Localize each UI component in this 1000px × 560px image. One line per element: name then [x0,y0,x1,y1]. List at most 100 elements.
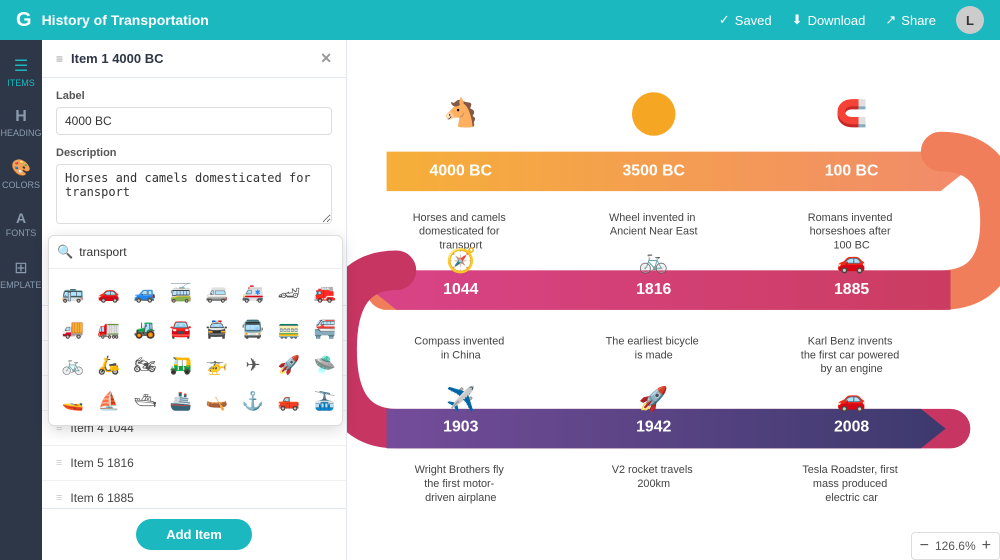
icon-picker-item[interactable]: 🚃 [273,313,305,345]
fonts-icon: A [16,210,26,226]
icon-picker-item[interactable]: 🚌 [57,277,89,309]
icon-picker-item[interactable]: 🚘 [165,313,197,345]
icon-picker-item[interactable]: 🏍 [129,349,161,381]
timeline-svg: 4000 BC 🐴 Horses and camels domesticated… [347,40,1000,560]
item-form-title: Item 1 4000 BC [71,51,164,66]
icon-picker-item[interactable]: 🚎 [165,277,197,309]
icon-picker-item[interactable]: 🚙 [129,277,161,309]
timeline-content: 4000 BC 🐴 Horses and camels domesticated… [347,40,1000,560]
download-label: Download [808,13,866,28]
icon-picker-item[interactable]: 🚲 [57,349,89,381]
sidebar-item-heading[interactable]: H HEADING [0,100,42,146]
svg-text:Horses and camels dome: Horses and camels domesticated for trans… [413,212,509,252]
topbar-title: History of Transportation [42,12,209,28]
icon-picker-item[interactable]: 🛺 [165,349,197,381]
saved-label: Saved [735,13,772,28]
icon-picker-item[interactable]: 🚝 [309,313,341,345]
icon-picker-item[interactable]: 🚑 [237,277,269,309]
icon-picker-item[interactable]: 🚤 [57,385,89,417]
heading-icon: H [15,108,27,126]
icon-picker-item[interactable]: 🚍 [237,313,269,345]
sidebar-fonts-label: FONTS [6,228,37,238]
icon-picker-item[interactable]: 🚐 [201,277,233,309]
svg-text:2008: 2008 [834,419,869,436]
icon-picker-item[interactable]: 🚒 [309,277,341,309]
icon-picker-item[interactable]: 🛸 [309,349,341,381]
item-close-button[interactable]: ✕ [320,50,332,67]
icon-search-wrap: 🔍 [49,236,342,269]
zoom-out-button[interactable]: − [920,537,929,555]
icon-picker-item[interactable]: ⛵ [93,385,125,417]
saved-button[interactable]: ✓ Saved [719,12,772,28]
sidebar-templates-label: TEMPLATES [0,280,47,290]
svg-text:🚲: 🚲 [639,248,669,274]
icon-picker-dropdown: 🔍 🚌🚗🚙🚎🚐🚑🏎🚒 🚚🚛🚜🚘🚔🚍🚃🚝 🚲🛵🏍🛺🚁✈🚀🛸 🚤⛵🛥🚢🛶⚓🛻🚠 [48,235,343,426]
icon-picker-item[interactable]: 🛥 [129,385,161,417]
svg-text:1885: 1885 [834,281,869,298]
icon-picker-item[interactable]: 🛻 [273,385,305,417]
sidebar-item-items[interactable]: ☰ ITEMS [0,48,42,96]
svg-text:1044: 1044 [443,281,478,298]
list-item[interactable]: ≡ Item 6 1885 [42,481,346,509]
icon-picker-item[interactable]: 🚠 [309,385,341,417]
icon-picker-item[interactable]: 🚀 [273,349,305,381]
sidebar-heading-label: HEADING [1,128,42,138]
label-input[interactable] [56,107,332,135]
icon-picker-item[interactable]: 🚁 [201,349,233,381]
icon-picker-item[interactable]: ⚓ [237,385,269,417]
icon-picker-item[interactable]: 🚛 [93,313,125,345]
svg-text:4000 BC: 4000 BC [430,162,492,179]
sidebar-items-label: ITEMS [7,78,35,88]
share-icon: ↗ [885,12,896,28]
svg-text:Romans invented horses: Romans invented horseshoes after 100 BC [808,212,896,252]
icon-picker-item[interactable]: 🚔 [201,313,233,345]
sidebar-item-fonts[interactable]: A FONTS [0,202,42,246]
add-item-button[interactable]: Add Item [136,519,252,550]
label-field-label: Label [56,90,332,102]
svg-text:The earliest bicycle i: The earliest bicycle is made [606,336,702,362]
topbar-left: G History of Transportation [16,9,209,32]
sidebar-colors-label: COLORS [2,180,40,190]
icon-picker-item[interactable]: 🚗 [93,277,125,309]
sidebar-item-colors[interactable]: 🎨 COLORS [0,150,42,198]
templates-icon: ⊞ [14,258,27,278]
description-field-label: Description [56,147,332,159]
icon-sidebar: ☰ ITEMS H HEADING 🎨 COLORS A FONTS ⊞ TEM… [0,40,42,560]
svg-text:🐴: 🐴 [444,96,478,129]
drag-handle-icon: ≡ [56,492,62,504]
svg-text:Compass invented in Ch: Compass invented in China [414,336,507,362]
icon-picker-item[interactable]: ✈ [237,349,269,381]
icon-picker-item[interactable]: 🛵 [93,349,125,381]
search-icon: 🔍 [57,244,73,260]
download-icon: ⬇ [792,12,803,28]
svg-text:V2 rocket travels 200k: V2 rocket travels 200km [612,464,696,490]
share-button[interactable]: ↗ Share [885,12,936,28]
icon-picker-item[interactable]: 🚢 [165,385,197,417]
description-group: Description Horses and camels domesticat… [56,147,332,229]
add-area: Add Item [42,508,346,560]
zoom-in-button[interactable]: + [982,537,991,555]
user-avatar[interactable]: L [956,6,984,34]
saved-check-icon: ✓ [719,12,730,28]
drag-handle-icon: ≡ [56,457,62,469]
icon-picker-item[interactable]: 🛶 [201,385,233,417]
sidebar-item-templates[interactable]: ⊞ TEMPLATES [0,250,42,298]
list-item-label: Item 6 1885 [70,491,133,505]
download-button[interactable]: ⬇ Download [792,12,866,28]
icon-search-input[interactable] [79,245,334,259]
items-icon: ☰ [14,56,28,76]
svg-text:🧲: 🧲 [836,98,868,128]
icon-picker-item[interactable]: 🏎 [273,277,305,309]
zoom-bar: − 126.6% + [911,532,1000,560]
svg-text:3500 BC: 3500 BC [622,162,684,179]
description-input[interactable]: Horses and camels domesticated for trans… [56,164,332,224]
icon-picker-item[interactable]: 🚚 [57,313,89,345]
svg-text:Karl Benz invents the: Karl Benz invents the first car powered … [801,336,903,376]
list-item[interactable]: ≡ Item 5 1816 [42,446,346,481]
item-panel: ≡ Item 1 4000 BC ✕ Label Description Hor… [42,40,347,560]
share-label: Share [901,13,936,28]
icon-grid: 🚌🚗🚙🚎🚐🚑🏎🚒 🚚🚛🚜🚘🚔🚍🚃🚝 🚲🛵🏍🛺🚁✈🚀🛸 🚤⛵🛥🚢🛶⚓🛻🚠 [49,269,342,425]
icon-picker-item[interactable]: 🚜 [129,313,161,345]
svg-text:🚗: 🚗 [837,248,867,274]
svg-text:✈️: ✈️ [446,384,476,413]
